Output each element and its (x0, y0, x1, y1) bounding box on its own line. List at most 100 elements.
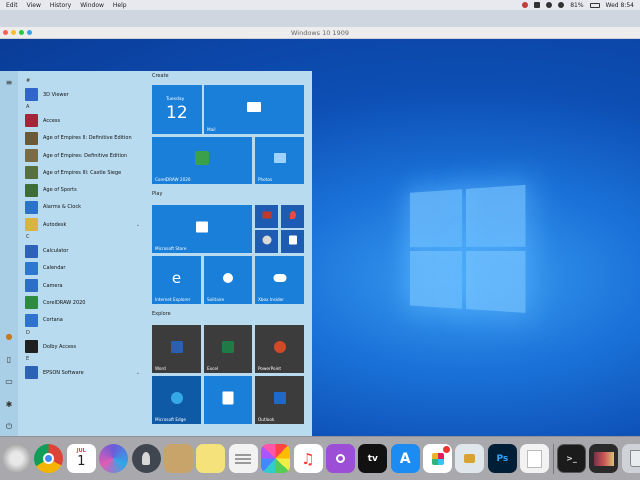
app-icon (25, 296, 38, 310)
chrome-icon[interactable] (34, 444, 64, 473)
textedit-icon[interactable] (520, 444, 550, 473)
app-icon (25, 218, 38, 232)
app-icon (25, 261, 38, 275)
outlook-icon (273, 391, 286, 404)
podcasts-icon[interactable] (325, 444, 355, 473)
app-icon (25, 166, 38, 180)
app-list-item[interactable]: Alarms & Clock (22, 199, 140, 216)
dock-photoshop-label: Ps (496, 453, 509, 464)
wifi-icon[interactable] (558, 2, 565, 8)
app-list-item[interactable]: Calendar (22, 260, 140, 277)
menu-help[interactable]: Help (113, 2, 127, 9)
group-header-explore: Explore (152, 311, 171, 317)
app-list-item[interactable]: Age of Empires II: Definitive Edition (22, 130, 140, 147)
group-header-play: Play (152, 191, 163, 197)
tile-excel[interactable]: Excel (204, 325, 252, 373)
app-icon (25, 114, 38, 128)
app-list-item[interactable]: Cortana (22, 312, 140, 329)
power-icon[interactable]: ⏻ (5, 423, 13, 431)
onenote-icon (222, 391, 234, 405)
battery-icon[interactable] (589, 2, 600, 8)
tile-word-label: Word (155, 366, 166, 371)
menu-history[interactable]: History (50, 2, 71, 9)
siri-icon[interactable] (99, 444, 129, 473)
excel-icon (222, 340, 234, 353)
calendar-icon[interactable]: JUL 1 (66, 444, 96, 473)
menu-edit[interactable]: Edit (6, 2, 18, 9)
slack-icon[interactable] (423, 444, 453, 473)
menu-view[interactable]: View (27, 2, 41, 9)
tile-microsoft-edge[interactable]: Microsoft Edge (152, 376, 201, 424)
app-list-item[interactable]: Dolby Access (22, 338, 140, 355)
tile-play-3[interactable] (255, 230, 278, 253)
app-list-letter-header[interactable]: D (22, 329, 140, 338)
tile-coreldraw[interactable]: CorelDRAW 2020 (152, 137, 252, 184)
user-icon[interactable]: ● (5, 333, 13, 341)
tile-mail[interactable]: Mail (204, 85, 304, 134)
launchpad-rocket-icon[interactable] (131, 444, 161, 473)
vm-window-titlebar[interactable]: Windows 10 1909 (0, 27, 640, 39)
tile-calendar-day: Tuesday (166, 97, 185, 102)
menu-clock[interactable]: Wed 8:54 (606, 2, 634, 9)
bluetooth-icon[interactable] (546, 2, 553, 8)
app-list-item-label: EPSON Software (43, 369, 84, 376)
tile-powerpoint[interactable]: PowerPoint (255, 325, 304, 373)
tile-play-2[interactable] (281, 205, 304, 228)
keychain-lock-icon[interactable] (455, 444, 485, 473)
app-list-item[interactable]: Access (22, 112, 140, 129)
music-icon[interactable]: ♫ (293, 444, 323, 473)
tile-internet-explorer[interactable]: e Internet Explorer (152, 256, 201, 304)
tile-onenote[interactable] (204, 376, 252, 424)
windows-desktop[interactable]: ≡ ● ▯ ▭ ✱ ⏻ #3D Viewer A Access Age of Empi… (0, 39, 640, 436)
app-store-icon[interactable]: A (390, 444, 420, 473)
menu-window[interactable]: Window (80, 2, 104, 9)
tile-play-1[interactable] (255, 205, 278, 228)
app-list-item[interactable]: Autodesk ⌄ (22, 216, 140, 233)
settings-icon[interactable]: ✱ (5, 401, 13, 409)
app-list-letter-header[interactable]: E (22, 355, 140, 364)
app-list-letter-header[interactable]: # (22, 77, 140, 86)
pictures-icon[interactable]: ▭ (5, 378, 13, 386)
tile-ie-label: Internet Explorer (155, 297, 191, 302)
hamburger-icon[interactable]: ≡ (5, 79, 13, 87)
movies-icon (262, 211, 271, 219)
trash-icon[interactable] (621, 444, 640, 473)
notes-icon[interactable] (196, 444, 226, 473)
app-icon (25, 279, 38, 293)
tile-play-4[interactable] (281, 230, 304, 253)
display-icon[interactable] (534, 2, 541, 8)
app-list-item[interactable]: Age of Empires III: Castle Siege (22, 164, 140, 181)
app-list-item[interactable]: 3D Viewer (22, 86, 140, 103)
tile-calendar[interactable]: Tuesday 12 (152, 85, 202, 134)
photoshop-icon[interactable]: Ps (487, 444, 517, 473)
minimized-window-icon[interactable] (589, 444, 619, 473)
chevron-down-icon[interactable]: ⌄ (136, 222, 140, 228)
app-list-letter-header[interactable]: A (22, 103, 140, 112)
contacts-icon[interactable] (163, 444, 193, 473)
tile-powerpoint-label: PowerPoint (258, 366, 282, 371)
reminders-icon[interactable] (228, 444, 258, 473)
app-list-item[interactable]: CorelDRAW 2020 (22, 294, 140, 311)
app-list-item-label: Cortana (43, 317, 63, 324)
documents-icon[interactable]: ▯ (5, 356, 13, 364)
app-list-item[interactable]: EPSON Software ⌄ (22, 364, 140, 381)
parallels-icon[interactable] (522, 2, 529, 8)
terminal-icon[interactable]: >_ (557, 444, 587, 473)
tile-microsoft-store[interactable]: Microsoft Store (152, 205, 252, 253)
system-preferences-icon[interactable] (2, 444, 31, 473)
tile-solitaire[interactable]: Solitaire (204, 256, 252, 304)
photos-icon[interactable] (261, 444, 291, 473)
apple-tv-icon[interactable]: tv (358, 444, 388, 473)
chevron-down-icon[interactable]: ⌄ (136, 370, 140, 376)
app-list-item[interactable]: Age of Sports (22, 181, 140, 198)
app-list-item[interactable]: Calculator (22, 242, 140, 259)
tile-photos[interactable]: Photos (255, 137, 304, 184)
app-list-item[interactable]: Camera (22, 277, 140, 294)
tile-xbox-insider[interactable]: Xbox Insider (255, 256, 304, 304)
app-list-letter-header[interactable]: C (22, 233, 140, 242)
app-list-item[interactable]: Age of Empires: Definitive Edition (22, 147, 140, 164)
camera-icon (262, 235, 271, 245)
tile-word[interactable]: Word (152, 325, 201, 373)
app-list-item-label: Access (43, 117, 61, 124)
tile-outlook[interactable]: Outlook (255, 376, 304, 424)
